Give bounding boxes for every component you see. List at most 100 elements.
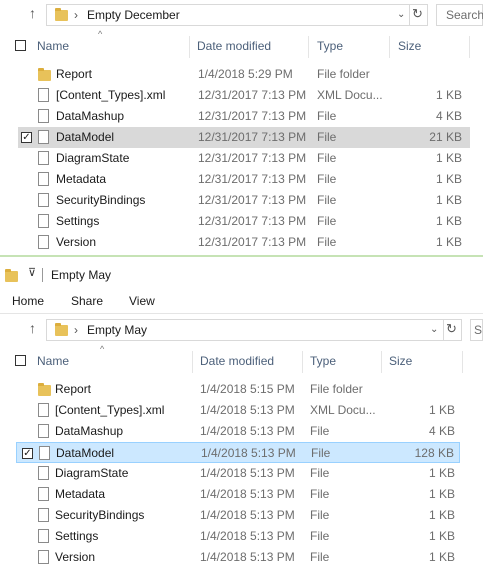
file-type: File folder <box>310 382 363 396</box>
file-name: Version <box>56 235 97 249</box>
column-header-type[interactable]: Type <box>317 39 343 61</box>
column-divider <box>302 351 303 373</box>
up-arrow-icon[interactable]: ↑ <box>29 5 36 21</box>
file-type: File <box>317 193 337 207</box>
file-date: 12/31/2017 7:13 PM <box>198 214 307 228</box>
refresh-icon[interactable]: ↻ <box>409 5 425 25</box>
file-date: 1/4/2018 5:13 PM <box>200 550 295 564</box>
quick-access-dropdown-icon[interactable]: ⊽ <box>28 266 36 279</box>
file-date: 1/4/2018 5:13 PM <box>200 466 295 480</box>
file-row[interactable]: SecurityBindings 1/4/2018 5:13 PM File 1 KB <box>16 505 460 526</box>
search-input[interactable]: S <box>470 319 483 341</box>
file-row[interactable]: Settings 1/4/2018 5:13 PM File 1 KB <box>16 526 460 547</box>
file-size: 1 KB <box>428 466 455 480</box>
file-type: File <box>310 424 330 438</box>
chevron-down-icon[interactable]: ⌄ <box>430 324 438 335</box>
column-header-date[interactable]: Date modified <box>197 39 271 61</box>
folder-icon <box>55 8 68 21</box>
file-name: DataMashup <box>55 424 124 438</box>
breadcrumb[interactable]: Empty December <box>87 8 180 22</box>
file-size: 128 KB <box>414 446 454 460</box>
file-name: SecurityBindings <box>56 193 146 207</box>
file-icon <box>39 446 50 460</box>
sort-ascending-icon: ^ <box>100 344 105 354</box>
file-row[interactable]: Version 1/4/2018 5:13 PM File 1 KB <box>16 547 460 568</box>
file-row[interactable]: Metadata 12/31/2017 7:13 PM File 1 KB <box>18 169 470 190</box>
tab-share[interactable]: Share <box>71 294 103 308</box>
file-row[interactable]: DiagramState 12/31/2017 7:13 PM File 1 KB <box>18 148 470 169</box>
file-name: DataModel <box>56 130 115 144</box>
file-row[interactable]: [Content_Types].xml 12/31/2017 7:13 PM XML… <box>18 85 470 106</box>
file-name: SecurityBindings <box>55 508 145 522</box>
file-name: [Content_Types].xml <box>55 403 165 417</box>
file-name: Metadata <box>55 487 106 501</box>
up-arrow-icon[interactable]: ↑ <box>29 320 36 336</box>
file-row[interactable]: DataMashup 1/4/2018 5:13 PM File 4 KB <box>16 421 460 442</box>
file-size: 4 KB <box>428 424 455 438</box>
file-icon <box>38 130 49 144</box>
file-icon <box>38 88 49 102</box>
tab-home[interactable]: Home <box>12 294 44 308</box>
address-bar[interactable]: › Empty May ⌄ ↻ <box>46 319 462 341</box>
file-type: File <box>310 550 330 564</box>
select-all-checkbox[interactable] <box>15 355 26 366</box>
breadcrumb-separator-icon: › <box>74 8 78 22</box>
file-name: DataModel <box>56 446 115 460</box>
column-header-name[interactable]: Name <box>37 39 69 61</box>
file-row[interactable]: Report 1/4/2018 5:15 PM File folder <box>16 379 460 400</box>
file-date: 12/31/2017 7:13 PM <box>198 130 307 144</box>
column-divider <box>192 351 193 373</box>
refresh-icon[interactable]: ↻ <box>443 320 459 340</box>
file-date: 12/31/2017 7:13 PM <box>198 109 307 123</box>
file-name: Report <box>55 382 92 396</box>
title-folder-icon <box>5 269 18 282</box>
chevron-down-icon[interactable]: ⌄ <box>397 9 405 20</box>
file-date: 1/4/2018 5:13 PM <box>200 424 295 438</box>
file-date: 12/31/2017 7:13 PM <box>198 88 307 102</box>
breadcrumb[interactable]: Empty May <box>87 323 147 337</box>
file-date: 12/31/2017 7:13 PM <box>198 151 307 165</box>
column-header-type[interactable]: Type <box>310 354 336 376</box>
file-icon <box>38 214 49 228</box>
folder-icon <box>38 68 51 81</box>
file-type: File <box>310 487 330 501</box>
file-row[interactable]: Settings 12/31/2017 7:13 PM File 1 KB <box>18 211 470 232</box>
row-checkbox[interactable]: ✓ <box>22 448 33 459</box>
select-all-checkbox[interactable] <box>15 40 26 51</box>
file-row[interactable]: DiagramState 1/4/2018 5:13 PM File 1 KB <box>16 463 460 484</box>
file-size: 1 KB <box>428 487 455 501</box>
column-header-size[interactable]: Size <box>389 354 412 376</box>
row-checkbox[interactable]: ✓ <box>21 132 32 143</box>
file-row[interactable]: Report 1/4/2018 5:29 PM File folder <box>18 64 470 85</box>
file-row[interactable]: [Content_Types].xml 1/4/2018 5:13 PM XML D… <box>16 400 460 421</box>
file-size: 1 KB <box>428 508 455 522</box>
file-type: File <box>310 508 330 522</box>
file-name: Settings <box>55 529 99 543</box>
file-icon <box>38 550 49 564</box>
file-row[interactable]: ✓ DataModel 12/31/2017 7:13 PM File 21 KB <box>18 127 470 148</box>
file-row[interactable]: SecurityBindings 12/31/2017 7:13 PM File 1 … <box>18 190 470 211</box>
file-icon <box>38 109 49 123</box>
column-header-name[interactable]: Name <box>37 354 69 376</box>
ribbon-divider <box>0 313 483 314</box>
file-name: Metadata <box>56 172 107 186</box>
file-size: 1 KB <box>435 235 462 249</box>
file-date: 12/31/2017 7:13 PM <box>198 235 307 249</box>
file-row[interactable]: ✓ DataModel 1/4/2018 5:13 PM File 128 KB <box>16 442 460 463</box>
folder-icon <box>38 383 51 396</box>
column-header-date[interactable]: Date modified <box>200 354 274 376</box>
column-header-size[interactable]: Size <box>398 39 421 61</box>
file-type: File <box>317 109 337 123</box>
file-size: 1 KB <box>428 403 455 417</box>
column-divider <box>469 36 470 58</box>
file-row[interactable]: DataMashup 12/31/2017 7:13 PM File 4 KB <box>18 106 470 127</box>
file-row[interactable]: Version 12/31/2017 7:13 PM File 1 KB <box>18 232 470 253</box>
tab-view[interactable]: View <box>129 294 155 308</box>
file-date: 12/31/2017 7:13 PM <box>198 193 307 207</box>
file-date: 1/4/2018 5:13 PM <box>200 529 295 543</box>
file-icon <box>38 487 49 501</box>
search-input[interactable]: Search <box>436 4 483 26</box>
column-divider <box>189 36 190 58</box>
file-row[interactable]: Metadata 1/4/2018 5:13 PM File 1 KB <box>16 484 460 505</box>
address-bar[interactable]: › Empty December ⌄ ↻ <box>46 4 428 26</box>
